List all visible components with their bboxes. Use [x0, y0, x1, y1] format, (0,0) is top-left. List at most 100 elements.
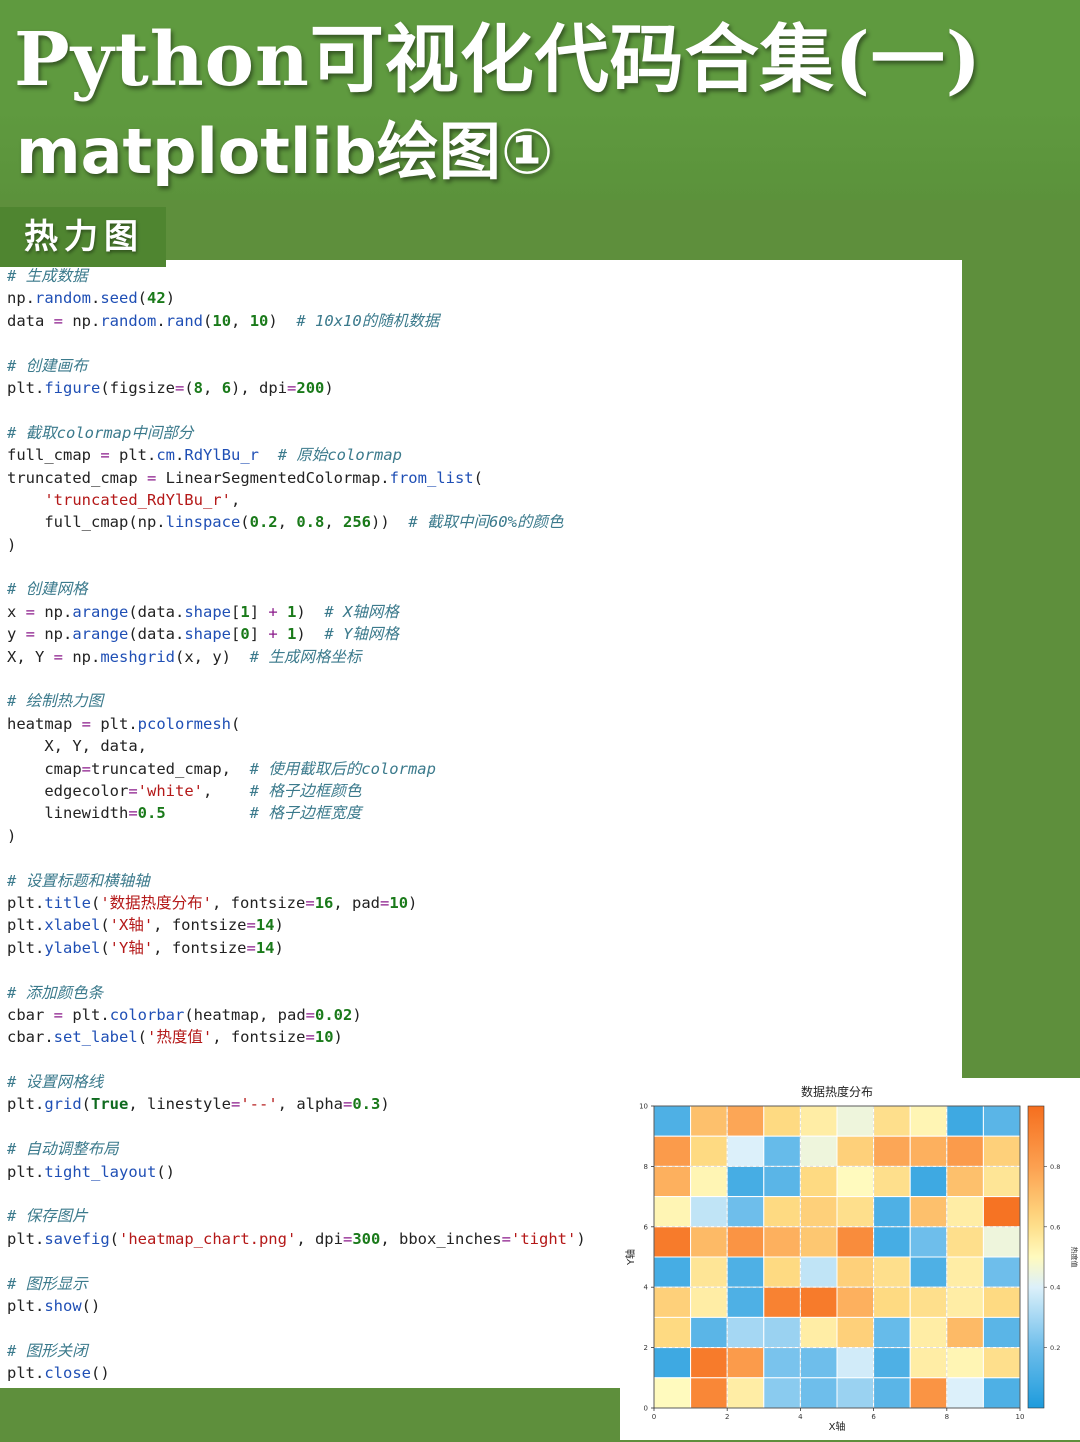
x-tick-label: 4: [798, 1413, 803, 1421]
heatmap-cell: [836, 1105, 875, 1137]
heatmap-cell: [799, 1377, 838, 1409]
x-tick-label: 2: [725, 1413, 729, 1421]
heatmap-cell: [982, 1165, 1021, 1198]
heatmap-cell: [836, 1135, 875, 1167]
code-line: plt.xlabel('X轴', fontsize=14): [7, 916, 284, 935]
heatmap-cell: [873, 1226, 911, 1258]
heatmap-cell: [909, 1286, 948, 1318]
heatmap-cell: [946, 1347, 984, 1379]
x-axis-label: X轴: [829, 1420, 846, 1433]
code-line: truncated_cmap = LinearSegmentedColormap…: [7, 468, 483, 487]
code-comment-line: # 绘制热力图: [7, 692, 104, 711]
heatmap-cell: [726, 1226, 765, 1258]
code-line: plt.ylabel('Y轴', fontsize=14): [7, 938, 284, 957]
heatmap-chart: 数据热度分布 0 2 4 6 8 10 0 2 4 6 8 10 X轴 Y轴 0.2 0.4 0.6 0.8 热度值: [624, 1084, 1079, 1433]
code-line: x = np.arange(data.shape[1] + 1) # X轴网格: [7, 602, 399, 621]
heatmap-cell: [982, 1347, 1021, 1379]
header-banner: Python可视化代码合集(一) matplotlib绘图①: [0, 0, 1080, 200]
y-axis-label: Y轴: [624, 1249, 637, 1266]
heatmap-cell: [799, 1135, 838, 1167]
heatmap-cell: [653, 1316, 692, 1349]
heatmap-cell: [946, 1286, 984, 1318]
heatmap-cell: [726, 1196, 765, 1228]
heatmap-cell: [982, 1226, 1021, 1258]
page-subtitle: matplotlib绘图①: [16, 115, 554, 188]
heatmap-cell: [909, 1226, 948, 1258]
heatmap-cell: [982, 1377, 1021, 1409]
heatmap-cell: [873, 1105, 911, 1137]
code-comment-line: # 创建画布: [7, 356, 88, 375]
code-line: plt.figure(figsize=(8, 6), dpi=200): [7, 378, 334, 397]
heatmap-cell: [873, 1196, 911, 1228]
code-comment-line: # 截取colormap中间部分: [7, 423, 194, 442]
heatmap-cell: [799, 1105, 838, 1137]
heatmap-cell: [763, 1286, 801, 1318]
code-line: full_cmap(np.linspace(0.2, 0.8, 256)) # …: [7, 513, 564, 532]
heatmap-cell: [763, 1196, 801, 1228]
y-tick-label: 0: [644, 1405, 648, 1413]
page-title: Python可视化代码合集(一): [14, 17, 982, 103]
heatmap-cell: [946, 1256, 984, 1288]
colorbar: [1027, 1105, 1045, 1409]
heatmap-cell: [690, 1196, 728, 1228]
colorbar-label: 热度值: [1070, 1247, 1079, 1268]
heatmap-cell: [836, 1196, 875, 1228]
code-line: edgecolor='white', # 格子边框颜色: [7, 781, 362, 800]
heatmap-cell: [690, 1105, 728, 1137]
heatmap-cell: [763, 1135, 801, 1167]
heatmap-cell: [873, 1377, 911, 1409]
heatmap-cell: [982, 1196, 1021, 1228]
heatmap-cell: [726, 1165, 765, 1198]
heatmap-cell: [982, 1256, 1021, 1288]
heatmap-cell: [726, 1347, 765, 1379]
heatmap-cell: [946, 1316, 984, 1349]
colorbar-tick-label: 0.8: [1050, 1163, 1060, 1171]
colorbar-tick-label: 0.6: [1050, 1223, 1060, 1231]
heatmap-cell: [690, 1377, 728, 1409]
y-tick-label: 2: [644, 1344, 648, 1352]
heatmap-cell: [982, 1316, 1021, 1349]
heatmap-cell: [690, 1256, 728, 1288]
x-tick-label: 6: [871, 1413, 876, 1421]
code-line: cbar.set_label('热度值', fontsize=10): [7, 1028, 343, 1047]
heatmap-cell: [982, 1286, 1021, 1318]
x-tick-label: 10: [1016, 1413, 1025, 1421]
heatmap-cell: [690, 1316, 728, 1349]
heatmap-cell: [909, 1256, 948, 1288]
heatmap-cell: [946, 1135, 984, 1167]
heatmap-cell: [763, 1256, 801, 1288]
heatmap-cell: [653, 1347, 692, 1379]
heatmap-cell: [873, 1316, 911, 1349]
y-tick-label: 10: [639, 1103, 648, 1111]
heatmap-cell: [946, 1226, 984, 1258]
heatmap-cell: [836, 1165, 875, 1198]
heatmap-cell: [909, 1135, 948, 1167]
code-line: cbar = plt.colorbar(heatmap, pad=0.02): [7, 1005, 362, 1024]
y-tick-label: 6: [644, 1223, 649, 1231]
section-tab: 热力图: [0, 207, 166, 267]
x-tick-label: 8: [945, 1413, 949, 1421]
code-line: np.random.seed(42): [7, 289, 176, 308]
code-line: cmap=truncated_cmap, # 使用截取后的colormap: [7, 759, 436, 778]
code-line: ): [7, 535, 17, 554]
heatmap-cell: [799, 1196, 838, 1228]
heatmap-cell: [982, 1135, 1021, 1167]
code-line: X, Y, data,: [7, 737, 147, 756]
heatmap-cell: [690, 1347, 728, 1379]
heatmap-cell: [946, 1196, 984, 1228]
code-line: full_cmap = plt.cm.RdYlBu_r # 原始colormap: [7, 446, 403, 465]
heatmap-cell: [799, 1165, 838, 1198]
heatmap-cell: [909, 1316, 948, 1349]
code-line: y = np.arange(data.shape[0] + 1) # Y轴网格: [7, 625, 399, 644]
code-line: plt.title('数据热度分布', fontsize=16, pad=10): [7, 893, 418, 912]
heatmap-cell: [726, 1256, 765, 1288]
heatmap-cell: [799, 1256, 838, 1288]
heatmap-figure: 数据热度分布 0 2 4 6 8 10 0 2 4 6 8 10 X轴 Y轴 0.2 0.4 0.6 0.8 热度值: [620, 1078, 1080, 1440]
code-comment-line: # 设置标题和横轴轴: [7, 871, 150, 890]
section-label: 热力图: [24, 217, 144, 257]
